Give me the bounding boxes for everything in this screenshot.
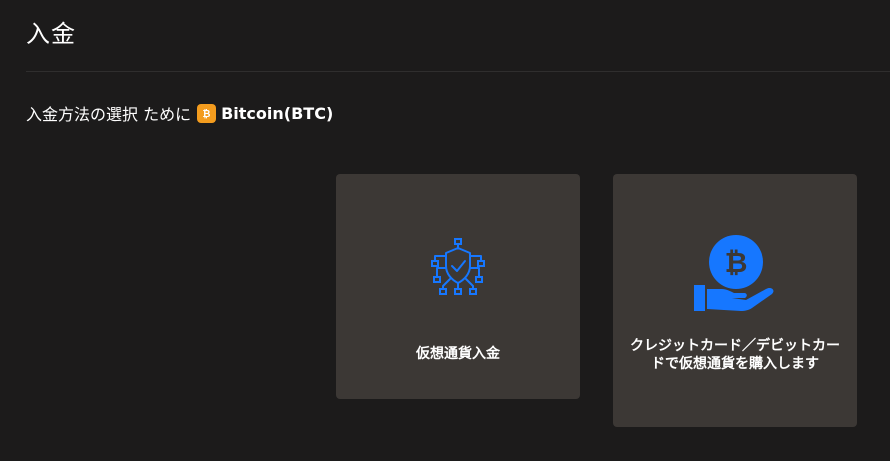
- header-divider: [26, 71, 890, 72]
- shield-network-icon: [431, 238, 485, 295]
- svg-text:₿: ₿: [203, 108, 211, 119]
- buy-with-card-card[interactable]: ₿ クレジットカード／デビットカードで仮想通貨を購入します: [613, 174, 857, 427]
- deposit-method-heading: 入金方法の選択 ために ₿ Bitcoin(BTC): [26, 101, 333, 125]
- crypto-deposit-card[interactable]: 仮想通貨入金: [336, 174, 580, 399]
- bitcoin-icon: ₿: [197, 103, 217, 123]
- crypto-deposit-label: 仮想通貨入金: [416, 346, 500, 362]
- svg-text:₿: ₿: [725, 246, 748, 279]
- hand-bitcoin-icon: ₿: [694, 235, 774, 311]
- page-title: 入金: [26, 20, 76, 48]
- buy-with-card-label: クレジットカード／デビットカードで仮想通貨を購入します: [630, 338, 840, 372]
- deposit-method-prefix: 入金方法の選択 ために: [26, 105, 192, 124]
- coin-name: Bitcoin(BTC): [221, 103, 334, 123]
- deposit-page: 入金 入金方法の選択 ために ₿ Bitcoin(BTC) 仮想通貨入金 ₿ ク…: [0, 0, 890, 461]
